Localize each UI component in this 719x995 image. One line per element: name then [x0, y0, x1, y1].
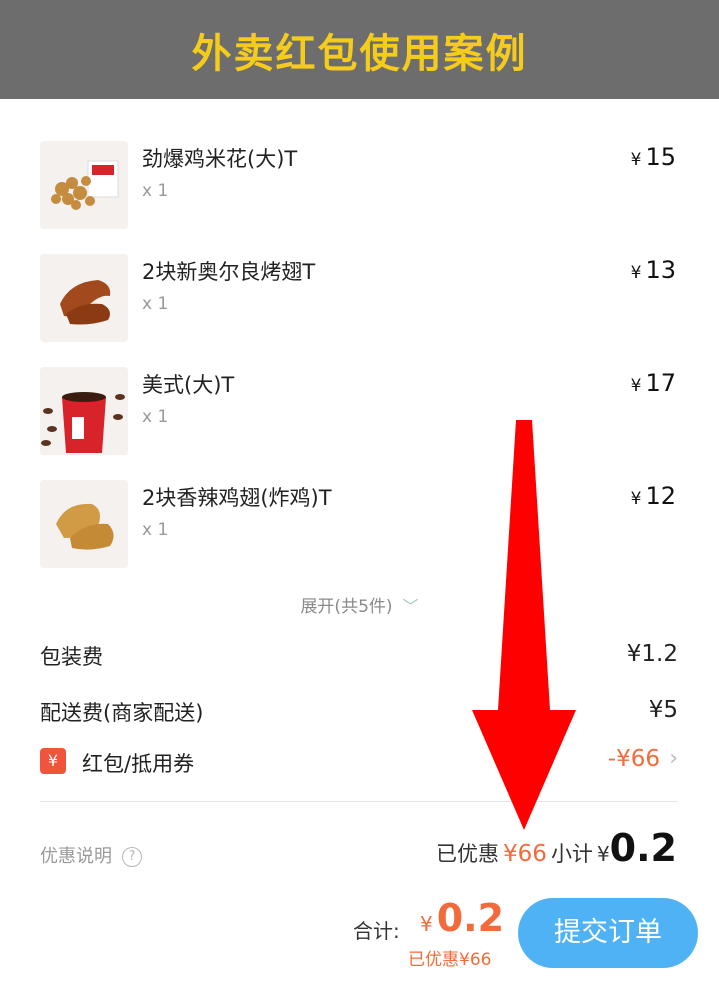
item-name: 2块香辣鸡翅(炸鸡)T — [142, 486, 332, 510]
delivery-fee-value: ¥5 — [648, 697, 678, 723]
coupon-label: 红包/抵用券 — [82, 752, 195, 776]
item-name: 2块新奥尔良烤翅T — [142, 260, 316, 284]
subtotal-amount: 0.2 — [609, 826, 677, 870]
help-icon[interactable]: ? — [122, 847, 142, 867]
currency-symbol: ¥ — [630, 489, 642, 509]
coupon-row[interactable]: ¥ 红包/抵用券 -¥66 › — [40, 746, 678, 780]
red-arrow-annotation — [472, 420, 576, 830]
coupon-value: -¥66 — [607, 746, 660, 772]
item-price-value: 17 — [645, 369, 676, 397]
promo-label: 优惠说明 — [40, 846, 112, 867]
currency-symbol: ¥ — [630, 376, 642, 396]
item-price-value: 12 — [645, 482, 676, 510]
grilled-wings-thumbnail — [40, 254, 128, 342]
packaging-fee-row: 包装费 ¥1.2 — [40, 641, 678, 673]
total-label: 合计: — [353, 919, 400, 943]
promo-explanation[interactable]: 优惠说明? — [40, 842, 142, 868]
currency-symbol: ¥ — [630, 263, 642, 283]
chevron-down-icon: ﹀ — [402, 597, 419, 616]
order-item: 美式(大)T x 1 ¥17 — [40, 367, 680, 457]
fried-wings-thumbnail — [40, 480, 128, 568]
saved-value: ¥66 — [503, 841, 547, 867]
page-header: 外卖红包使用案例 — [0, 0, 719, 99]
total-amount: ¥0.2 — [420, 896, 504, 940]
arrow-shape — [472, 420, 576, 830]
coffee-cup-thumbnail — [40, 367, 128, 455]
chevron-right-icon: › — [669, 746, 678, 771]
submit-order-button[interactable]: 提交订单 — [518, 898, 698, 968]
order-item: 劲爆鸡米花(大)T x 1 ¥15 — [40, 141, 680, 231]
page-title: 外卖红包使用案例 — [191, 30, 528, 77]
total-saved: 已优惠¥66 — [408, 950, 492, 970]
item-price: ¥13 — [631, 256, 676, 284]
item-price: ¥17 — [631, 369, 676, 397]
popcorn-chicken-thumbnail — [40, 141, 128, 229]
currency-symbol: ¥ — [630, 150, 642, 170]
item-quantity: x 1 — [142, 407, 169, 427]
item-quantity: x 1 — [142, 181, 169, 201]
coupon-icon: ¥ — [40, 748, 66, 774]
saved-label: 已优惠 — [436, 842, 500, 866]
item-price: ¥12 — [631, 482, 676, 510]
order-item: 2块新奥尔良烤翅T x 1 ¥13 — [40, 254, 680, 344]
item-price: ¥15 — [631, 143, 676, 171]
packaging-fee-value: ¥1.2 — [626, 641, 678, 667]
subtotal-label: 小计 — [550, 842, 593, 866]
order-item: 2块香辣鸡翅(炸鸡)T x 1 ¥12 — [40, 480, 680, 570]
expand-items-toggle[interactable]: 展开(共5件) ﹀ — [0, 592, 719, 617]
item-name: 劲爆鸡米花(大)T — [142, 147, 298, 171]
item-price-value: 15 — [645, 143, 676, 171]
item-name: 美式(大)T — [142, 373, 235, 397]
item-quantity: x 1 — [142, 294, 169, 314]
packaging-fee-label: 包装费 — [40, 645, 103, 669]
item-quantity: x 1 — [142, 520, 169, 540]
divider — [40, 801, 678, 802]
expand-label: 展开(共5件) — [300, 597, 393, 617]
delivery-fee-label: 配送费(商家配送) — [40, 701, 204, 725]
delivery-fee-row: 配送费(商家配送) ¥5 — [40, 697, 678, 729]
currency-symbol: ¥ — [596, 842, 610, 866]
subtotal-summary: 已优惠 ¥66 小计 ¥0.2 — [436, 826, 677, 870]
item-price-value: 13 — [645, 256, 676, 284]
total-amount-value: 0.2 — [436, 896, 505, 940]
currency-symbol: ¥ — [420, 912, 433, 936]
